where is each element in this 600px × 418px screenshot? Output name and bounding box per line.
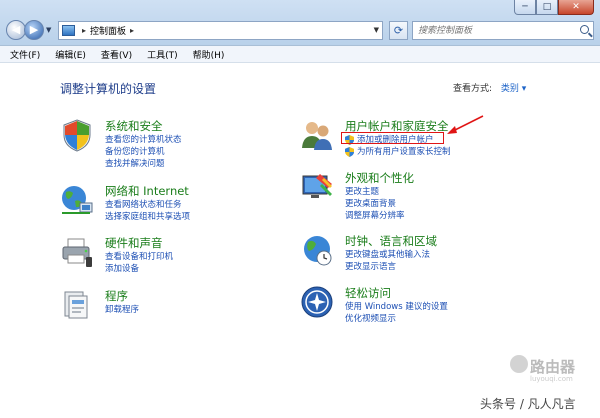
recent-pages-dropdown-icon[interactable]: ▼: [46, 26, 51, 34]
link-uninstall-program[interactable]: 卸载程序: [105, 304, 139, 316]
uac-shield-icon: [345, 147, 354, 157]
network-globe-icon[interactable]: [60, 183, 94, 217]
address-dropdown-icon[interactable]: ▼: [374, 26, 379, 34]
link-add-device[interactable]: 添加设备: [105, 263, 173, 275]
view-mode-label: 查看方式:: [453, 84, 493, 94]
link-parental-controls[interactable]: 为所有用户设置家长控制: [345, 146, 451, 158]
category-title[interactable]: 时钟、语言和区域: [345, 233, 437, 249]
category-links: 更改键盘或其他输入法 更改显示语言: [345, 249, 430, 273]
control-panel-icon: [62, 25, 75, 36]
link-troubleshoot[interactable]: 查找并解决问题: [105, 158, 182, 170]
search-input[interactable]: [413, 22, 573, 39]
link-windows-recommended-settings[interactable]: 使用 Windows 建议的设置: [345, 301, 448, 313]
minimize-button[interactable]: ─: [514, 0, 536, 15]
category-title[interactable]: 轻松访问: [345, 285, 391, 301]
link-view-computer-status[interactable]: 查看您的计算机状态: [105, 134, 182, 146]
link-change-background[interactable]: 更改桌面背景: [345, 198, 405, 210]
search-icon[interactable]: [580, 25, 589, 34]
watermark-brand: 路由器: [530, 358, 576, 376]
category-links: 查看您的计算机状态 备份您的计算机 查找并解决问题: [105, 134, 182, 170]
search-box: [412, 21, 594, 40]
back-button[interactable]: ◀: [6, 20, 26, 40]
page-title: 调整计算机的设置: [60, 82, 157, 96]
navigation-buttons: ◀ ▶ ▼: [6, 20, 51, 40]
menu-view[interactable]: 查看(V): [101, 48, 132, 61]
shield-icon[interactable]: [60, 118, 94, 152]
category-links: 卸载程序: [105, 304, 139, 316]
category-links: 查看网络状态和任务 选择家庭组和共享选项: [105, 199, 190, 223]
category-title[interactable]: 网络和 Internet: [105, 183, 189, 199]
category-title[interactable]: 程序: [105, 288, 128, 304]
menu-bar: 文件(F) 编辑(E) 查看(V) 工具(T) 帮助(H): [0, 46, 600, 63]
window-controls: ─ □ ✕: [514, 0, 594, 15]
router-logo-icon: [510, 355, 528, 373]
link-screen-resolution[interactable]: 调整屏幕分辨率: [345, 210, 405, 222]
refresh-button[interactable]: ⟳: [389, 21, 408, 40]
link-change-display-language[interactable]: 更改显示语言: [345, 261, 430, 273]
breadcrumb-separator-icon[interactable]: ▸: [130, 26, 134, 35]
view-mode-select[interactable]: 类别 ▾: [501, 84, 526, 94]
category-title[interactable]: 外观和个性化: [345, 170, 414, 186]
control-panel-content: 调整计算机的设置 查看方式: 类别 ▾ 系统和安全 查看您的计算机状态 备份您的…: [0, 63, 600, 418]
breadcrumb-separator-icon[interactable]: ▸: [82, 26, 86, 35]
watermark: 路由器 luyouqi.com 头条号 / 凡人凡言: [480, 355, 592, 415]
window-titlebar: ─ □ ✕ ◀ ▶ ▼ ▸ 控制面板 ▸ ▼ ⟳: [0, 0, 600, 46]
menu-edit[interactable]: 编辑(E): [55, 48, 86, 61]
link-network-status[interactable]: 查看网络状态和任务: [105, 199, 190, 211]
category-links: 更改主题 更改桌面背景 调整屏幕分辨率: [345, 186, 405, 222]
clock-globe-icon[interactable]: [300, 233, 334, 267]
menu-file[interactable]: 文件(F): [10, 48, 40, 61]
maximize-button[interactable]: □: [536, 0, 558, 15]
category-title[interactable]: 系统和安全: [105, 118, 163, 134]
annotation-highlight-box: [341, 132, 444, 144]
watermark-author: 头条号 / 凡人凡言: [480, 397, 576, 411]
printer-icon[interactable]: [60, 235, 94, 269]
category-title[interactable]: 硬件和声音: [105, 235, 163, 251]
watermark-domain: luyouqi.com: [530, 375, 573, 383]
breadcrumb-control-panel[interactable]: 控制面板: [90, 24, 126, 37]
link-change-input-method[interactable]: 更改键盘或其他输入法: [345, 249, 430, 261]
link-homegroup-sharing[interactable]: 选择家庭组和共享选项: [105, 211, 190, 223]
category-links: 查看设备和打印机 添加设备: [105, 251, 173, 275]
annotation-arrow-icon: [447, 115, 484, 134]
view-mode: 查看方式: 类别 ▾: [453, 81, 526, 94]
address-bar[interactable]: ▸ 控制面板 ▸ ▼: [58, 21, 383, 40]
link-backup-computer[interactable]: 备份您的计算机: [105, 146, 182, 158]
link-optimize-video-display[interactable]: 优化视频显示: [345, 313, 448, 325]
appearance-icon[interactable]: [300, 170, 334, 204]
close-button[interactable]: ✕: [558, 0, 594, 15]
user-accounts-icon[interactable]: [300, 118, 334, 152]
category-links: 使用 Windows 建议的设置 优化视频显示: [345, 301, 448, 325]
menu-help[interactable]: 帮助(H): [193, 48, 225, 61]
menu-tools[interactable]: 工具(T): [147, 48, 178, 61]
link-change-theme[interactable]: 更改主题: [345, 186, 405, 198]
link-devices-printers[interactable]: 查看设备和打印机: [105, 251, 173, 263]
forward-button[interactable]: ▶: [24, 20, 44, 40]
programs-icon[interactable]: [60, 288, 94, 322]
ease-of-access-icon[interactable]: [300, 285, 334, 319]
